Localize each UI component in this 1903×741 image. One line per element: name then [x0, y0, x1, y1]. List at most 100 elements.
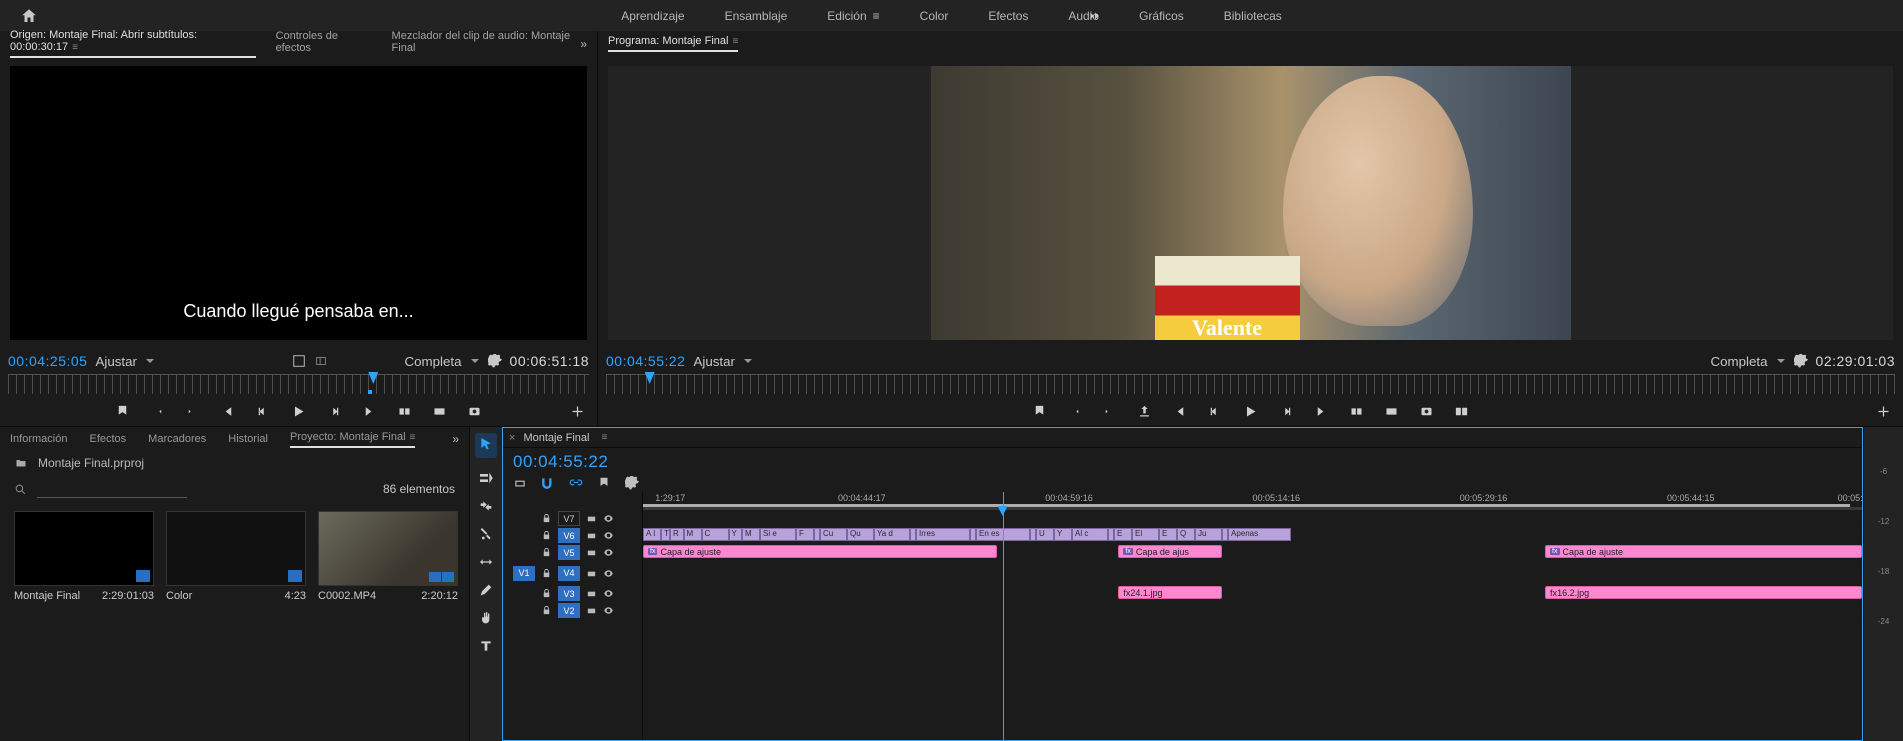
source-tab-effect-controls[interactable]: Controles de efectos: [276, 30, 372, 57]
clip-img-1[interactable]: fx24.1.jpg: [1118, 586, 1222, 599]
panel-tab-effects[interactable]: Efectos: [89, 433, 126, 445]
subtitle-seg[interactable]: M: [742, 528, 760, 541]
bin-item-video[interactable]: C0002.MP42:20:12: [318, 511, 458, 733]
selection-tool[interactable]: [475, 433, 497, 458]
subtitle-seg[interactable]: Y: [1054, 528, 1072, 541]
step-back-icon[interactable]: [255, 404, 270, 419]
ws-color[interactable]: Color: [920, 9, 949, 23]
panel-tab-history[interactable]: Historial: [228, 433, 268, 445]
subtitle-seg[interactable]: Al c: [1072, 528, 1108, 541]
lane-v4[interactable]: [643, 561, 1862, 585]
panel-tab-info[interactable]: Información: [10, 433, 67, 445]
export-frame-icon[interactable]: [467, 404, 482, 419]
add-marker-icon[interactable]: [1032, 404, 1047, 419]
insert-icon[interactable]: [397, 404, 412, 419]
program-tab[interactable]: Programa: Montaje Final≡: [608, 35, 738, 52]
subtitle-seg[interactable]: Y: [729, 528, 743, 541]
panel-tab-markers[interactable]: Marcadores: [148, 433, 206, 445]
source-tab-clip[interactable]: Origen: Montaje Final: Abrir subtítulos:…: [10, 29, 256, 58]
mark-out-icon[interactable]: [1102, 404, 1117, 419]
subtitle-seg[interactable]: Ya d: [874, 528, 910, 541]
lock-icon[interactable]: [541, 568, 552, 579]
lane-v7[interactable]: [643, 510, 1862, 527]
subtitle-seg[interactable]: El: [1132, 528, 1159, 541]
program-quality-dropdown[interactable]: Completa: [1710, 354, 1785, 369]
tl-settings-icon[interactable]: [625, 476, 639, 490]
nest-toggle-icon[interactable]: [513, 476, 527, 490]
program-add-button-icon[interactable]: [1876, 404, 1891, 419]
clip-img-2[interactable]: fx16.2.jpg: [1545, 586, 1862, 599]
project-search-input[interactable]: [37, 481, 187, 498]
source-settings-icon[interactable]: [488, 354, 502, 368]
razor-tool-icon[interactable]: [478, 526, 494, 542]
mark-in-icon[interactable]: [1067, 404, 1082, 419]
slip-tool-icon[interactable]: [478, 554, 494, 570]
track-v4[interactable]: V1V4: [503, 561, 642, 585]
timeline-tc[interactable]: 00:04:55:22: [513, 452, 608, 471]
ws-aprendizaje[interactable]: Aprendizaje: [621, 9, 684, 23]
lock-icon[interactable]: [541, 605, 552, 616]
track-v5[interactable]: V5: [503, 544, 642, 561]
track-select-tool-icon[interactable]: [478, 470, 494, 486]
eye-icon[interactable]: [603, 588, 614, 599]
step-fwd-icon[interactable]: [1279, 404, 1294, 419]
source-monitor[interactable]: Cuando llegué pensaba en...: [10, 66, 587, 340]
ws-efectos[interactable]: Efectos: [988, 9, 1028, 23]
overwrite-icon[interactable]: [432, 404, 447, 419]
export-icon[interactable]: [1137, 404, 1152, 419]
add-marker-tl-icon[interactable]: [597, 476, 611, 490]
panel-tab-project[interactable]: Proyecto: Montaje Final≡: [290, 431, 415, 448]
source-playhead[interactable]: [368, 372, 378, 384]
clip-adjust-1[interactable]: fxCapa de ajuste: [643, 545, 997, 558]
ws-edicion[interactable]: Edición≡: [827, 9, 879, 23]
subtitle-seg[interactable]: Qu: [847, 528, 874, 541]
add-marker-icon[interactable]: [115, 404, 130, 419]
clip-adjust-2[interactable]: fxCapa de ajus: [1118, 545, 1222, 558]
ws-bibliotecas[interactable]: Bibliotecas: [1224, 9, 1282, 23]
timeline-tab-menu-icon[interactable]: ≡: [601, 432, 607, 443]
lane-v6[interactable]: A ITRMCYMSi eFCuQuYa dIrresEn esUYAl cEE…: [643, 527, 1862, 544]
go-in-icon[interactable]: [1172, 404, 1187, 419]
track-v6[interactable]: V6: [503, 527, 642, 544]
go-out-icon[interactable]: [1314, 404, 1329, 419]
subtitle-seg[interactable]: E: [1114, 528, 1132, 541]
source-tab-audio-mixer[interactable]: Mezclador del clip de audio: Montaje Fin…: [392, 30, 587, 57]
track-v7[interactable]: V7: [503, 510, 642, 527]
source-tc-in[interactable]: 00:04:25:05: [8, 353, 87, 369]
bin-item-color[interactable]: Color4:23: [166, 511, 306, 733]
timeline-tab-name[interactable]: Montaje Final: [523, 432, 589, 444]
subtitle-seg[interactable]: C: [702, 528, 729, 541]
pen-tool-icon[interactable]: [478, 582, 494, 598]
bin-item-sequence[interactable]: Montaje Final2:29:01:03: [14, 511, 154, 733]
subtitle-seg[interactable]: M: [684, 528, 702, 541]
eye-icon[interactable]: [603, 568, 614, 579]
go-out-icon[interactable]: [362, 404, 377, 419]
safe-margins-icon[interactable]: [292, 354, 306, 368]
source-quality-dropdown[interactable]: Completa: [404, 354, 479, 369]
eye-icon[interactable]: [603, 547, 614, 558]
eye-icon[interactable]: [603, 530, 614, 541]
ws-graficos[interactable]: Gráficos: [1139, 9, 1184, 23]
subtitle-seg[interactable]: F: [796, 528, 814, 541]
lock-icon[interactable]: [541, 588, 552, 599]
program-tc-pos[interactable]: 00:04:55:22: [606, 353, 685, 369]
snap-icon[interactable]: [541, 476, 555, 490]
sync-lock-icon[interactable]: [586, 605, 597, 616]
subtitle-seg[interactable]: U: [1036, 528, 1054, 541]
lane-v2[interactable]: [643, 602, 1862, 619]
sync-lock-icon[interactable]: [586, 530, 597, 541]
overlay-icon[interactable]: [314, 354, 328, 368]
go-in-icon[interactable]: [220, 404, 235, 419]
subtitle-seg[interactable]: E: [1159, 528, 1177, 541]
track-v2[interactable]: V2: [503, 602, 642, 619]
lock-icon[interactable]: [541, 547, 552, 558]
subtitle-seg[interactable]: Ju: [1195, 528, 1222, 541]
sync-lock-icon[interactable]: [586, 588, 597, 599]
home-icon[interactable]: [20, 7, 38, 25]
sync-lock-icon[interactable]: [586, 513, 597, 524]
program-ruler[interactable]: [606, 374, 1895, 394]
eye-icon[interactable]: [603, 513, 614, 524]
subtitle-seg[interactable]: Irres: [916, 528, 970, 541]
program-monitor[interactable]: Valente: [608, 66, 1893, 340]
program-playhead[interactable]: [645, 372, 655, 384]
